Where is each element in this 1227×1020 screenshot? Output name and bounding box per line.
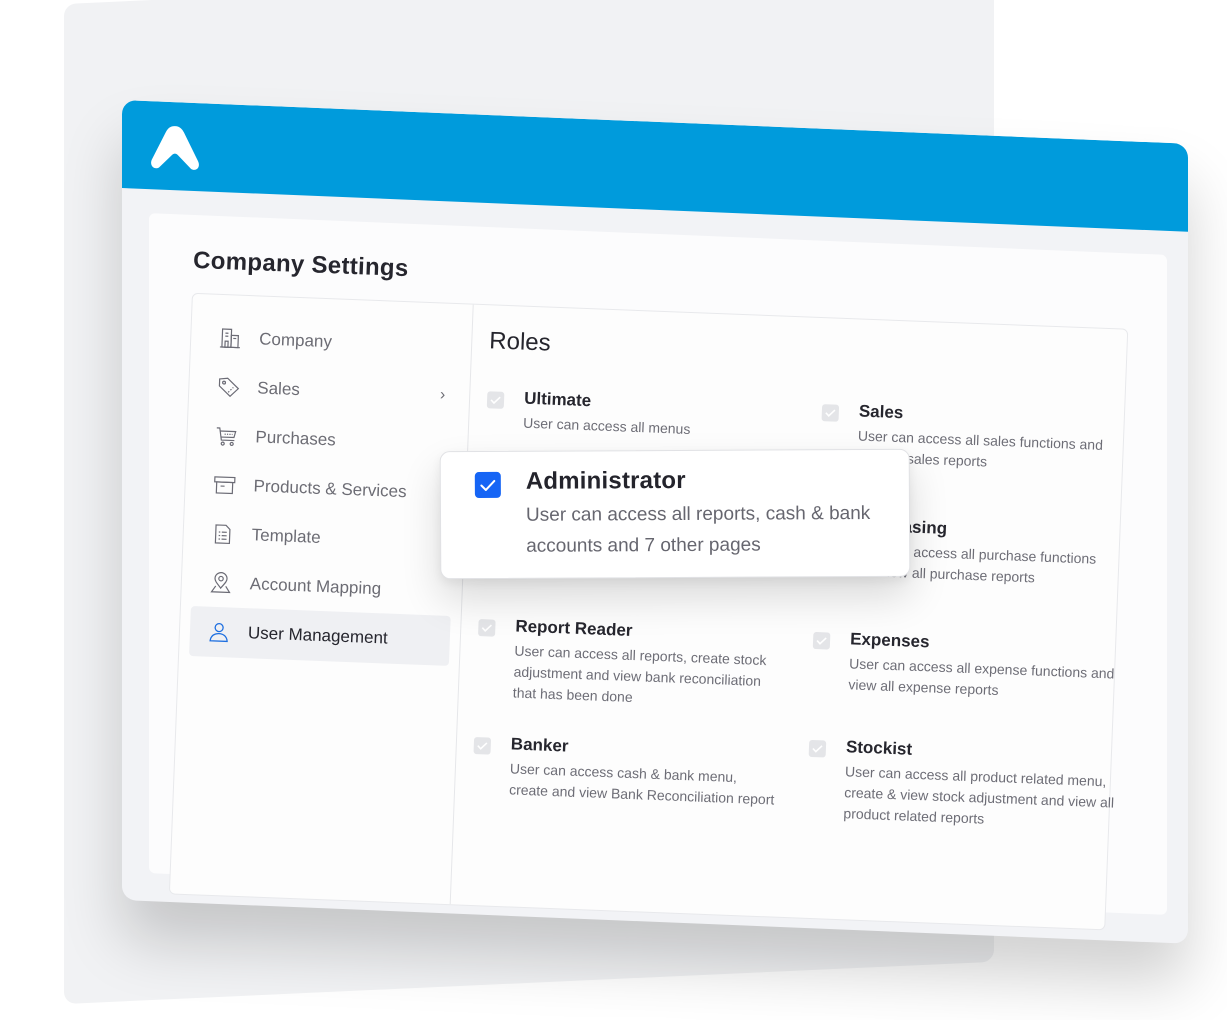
administrator-role-name: Administrator [525,466,686,495]
role-checkbox[interactable] [478,619,496,637]
settings-panel: Company Sales › Purchases Products & Ser… [168,292,1129,931]
building-icon [217,325,244,352]
map-pin-icon [207,570,234,597]
role-report-reader[interactable]: Report Reader User can access all report… [478,615,779,705]
chevron-right-icon: › [439,386,446,404]
role-stockist[interactable]: Stockist User can access all product rel… [808,736,1114,827]
box-icon [211,472,238,499]
role-description: User can access all expense functions an… [848,655,1115,699]
sidebar-item-label: User Management [247,623,389,648]
roles-heading: Roles [488,327,552,357]
administrator-role-description: User can access all reports, cash & bank… [525,502,871,557]
role-description: User can access all menus [522,414,691,438]
administrator-checkbox[interactable] [474,471,501,499]
sidebar-item-label: Products & Services [253,476,407,502]
sidebar-item-label: Purchases [255,427,337,450]
sidebar-item-label: Template [251,525,322,547]
role-checkbox[interactable] [821,404,840,422]
sidebar-item-label: Account Mapping [249,574,382,599]
role-description: User can access cash & bank menu, create… [508,760,775,808]
role-checkbox[interactable] [486,391,505,409]
role-name: Stockist [845,737,913,759]
role-name: Banker [510,734,569,756]
role-description: User can access all reports, create stoc… [512,642,767,706]
role-sales[interactable]: Sales User can access all sales function… [821,400,1122,469]
role-ultimate[interactable]: Ultimate User can access all menus [486,387,788,437]
page-title: Company Settings [192,246,410,283]
user-icon [205,619,232,646]
role-name: Report Reader [515,616,633,640]
role-checkbox[interactable] [812,631,831,650]
tag-icon [215,374,242,401]
sidebar-item-label: Company [258,329,333,352]
role-checkbox[interactable] [473,736,492,755]
role-name: Sales [858,401,904,423]
checkmark-icon [480,479,496,491]
a-logo-icon[interactable] [148,121,202,173]
cart-icon [213,423,240,450]
sidebar-item-user-management[interactable]: User Management [189,606,451,666]
settings-sidebar: Company Sales › Purchases Products & Ser… [169,293,474,905]
role-name: Expenses [849,629,930,652]
administrator-role-card[interactable]: Administrator User can access all report… [439,448,911,580]
role-checkbox[interactable] [808,739,827,758]
document-icon [209,521,236,548]
role-description: User can access all product related menu… [843,763,1115,827]
role-name: Ultimate [523,388,592,411]
role-expenses[interactable]: Expenses User can access all expense fun… [812,628,1115,698]
role-banker[interactable]: Banker User can access cash & bank menu,… [473,733,775,808]
sidebar-item-label: Sales [257,378,301,400]
